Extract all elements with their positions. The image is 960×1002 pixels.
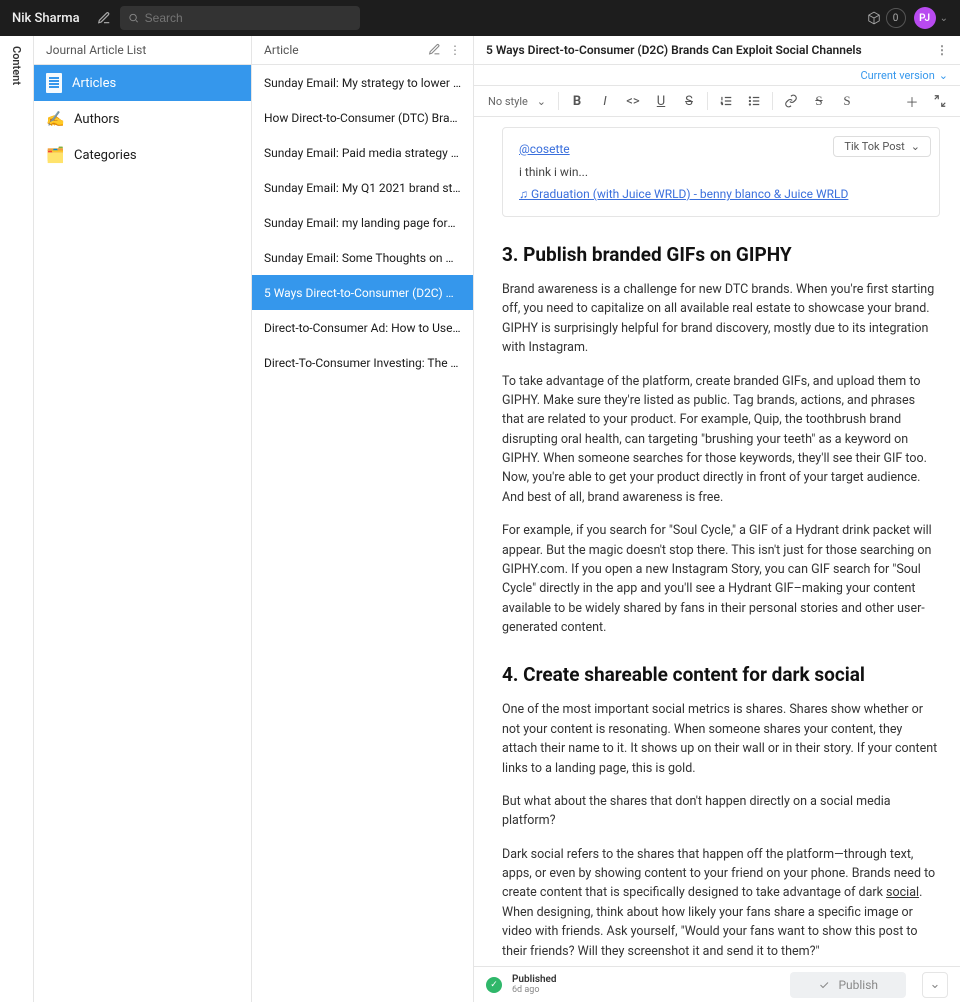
- style-select[interactable]: No style ⌄: [482, 90, 552, 112]
- article-list-title: 5 Ways Direct-to-Consumer (D2C) Bran…: [264, 286, 461, 300]
- tiktok-caption: i think i win...: [519, 165, 923, 179]
- tiktok-song-link[interactable]: ♫ Graduation (with Juice WRLD) - benny b…: [519, 187, 848, 201]
- sidebar-item-label: Articles: [72, 76, 116, 91]
- notification-badge[interactable]: 0: [886, 8, 906, 28]
- chevron-down-icon: ⌄: [911, 140, 920, 153]
- paragraph: For example, if you search for "Soul Cyc…: [502, 521, 940, 637]
- ordered-list-button[interactable]: [714, 89, 738, 113]
- sidebar-item-articles[interactable]: Articles: [34, 65, 251, 101]
- paragraph: To take advantage of the platform, creat…: [502, 372, 940, 508]
- sidebar-header: Journal Article List: [34, 36, 251, 65]
- code-button[interactable]: <>: [621, 89, 645, 113]
- article-list-row[interactable]: Sunday Email: My Q1 2021 brand strateg…: [252, 170, 473, 205]
- article-list-title: Direct-to-Consumer Ad: How to Use the …: [264, 321, 461, 335]
- tiktok-embed: Tik Tok Post⌄ @cosette i think i win... …: [502, 127, 940, 217]
- italic-button[interactable]: I: [593, 89, 617, 113]
- format-button[interactable]: S: [835, 89, 859, 113]
- article-list-header-label: Article: [264, 43, 299, 57]
- version-selector[interactable]: Current version ⌄: [474, 65, 960, 85]
- status-time: 6d ago: [512, 985, 557, 995]
- status-icon: ✓: [486, 977, 502, 993]
- sidebar-item-label: Authors: [74, 112, 120, 127]
- paragraph: One of the most important social metrics…: [502, 700, 940, 778]
- article-list-title: Sunday Email: My strategy to lower CAC …: [264, 76, 461, 90]
- article-list-title: Sunday Email: My Q1 2021 brand strateg…: [264, 181, 461, 195]
- article-more-icon[interactable]: ⋮: [936, 43, 948, 57]
- avatar[interactable]: PJ: [914, 7, 936, 29]
- sidebar-nav: Journal Article List Articles ✍️ Authors 🗂️…: [34, 36, 252, 1002]
- bold-button[interactable]: B: [565, 89, 589, 113]
- publish-options-button[interactable]: ⌄: [922, 972, 948, 998]
- chevron-down-icon: ⌄: [537, 95, 546, 108]
- underline-button[interactable]: U: [649, 89, 673, 113]
- article-list-row[interactable]: Sunday Email: Paid media strategy + I'll…: [252, 135, 473, 170]
- sidebar-item-authors[interactable]: ✍️ Authors: [34, 101, 251, 137]
- add-block-button[interactable]: ＋: [900, 89, 924, 113]
- article-list-row[interactable]: Direct-to-Consumer Ad: How to Use the …: [252, 310, 473, 345]
- article-title: 5 Ways Direct-to-Consumer (D2C) Brands C…: [486, 43, 862, 57]
- document-icon: [46, 73, 62, 93]
- sidebar-item-label: Categories: [74, 148, 137, 163]
- article-list-row[interactable]: Sunday Email: my landing page formula (…: [252, 205, 473, 240]
- clear-format-button[interactable]: S: [807, 89, 831, 113]
- unordered-list-button[interactable]: [742, 89, 766, 113]
- section-heading: 3. Publish branded GIFs on GIPHY: [502, 243, 940, 266]
- section-heading: 4. Create shareable content for dark soc…: [502, 663, 940, 686]
- emoji-icon: 🗂️: [46, 146, 64, 164]
- search-icon: [128, 12, 139, 24]
- article-list-title: Sunday Email: Paid media strategy + I'll…: [264, 146, 461, 160]
- article-list-row[interactable]: Sunday Email: My strategy to lower CAC …: [252, 65, 473, 100]
- inline-link[interactable]: social: [886, 885, 919, 900]
- article-list-title: How Direct-to-Consumer (DTC) Brands …: [264, 111, 461, 125]
- article-list-row[interactable]: Sunday Email: Some Thoughts on Black …: [252, 240, 473, 275]
- avatar-chevron-icon[interactable]: ⌄: [940, 13, 948, 24]
- paragraph: But what about the shares that don't hap…: [502, 792, 940, 831]
- article-body[interactable]: Tik Tok Post⌄ @cosette i think i win... …: [474, 117, 960, 1002]
- status-text: Published: [512, 974, 557, 985]
- article-title-bar: 5 Ways Direct-to-Consumer (D2C) Brands C…: [474, 36, 960, 65]
- sidebar-item-categories[interactable]: 🗂️ Categories: [34, 137, 251, 173]
- paragraph: Dark social refers to the shares that ha…: [502, 845, 940, 961]
- collapse-icon[interactable]: [928, 89, 952, 113]
- chevron-down-icon: ⌄: [939, 69, 948, 82]
- topbar: Nik Sharma 0 PJ ⌄: [0, 0, 960, 36]
- article-list-title: Sunday Email: Some Thoughts on Black …: [264, 251, 461, 265]
- tiktok-handle-link[interactable]: @cosette: [519, 142, 570, 156]
- compose-icon[interactable]: [92, 6, 116, 30]
- publish-footer: ✓ Published 6d ago Publish ⌄: [474, 966, 960, 1002]
- cube-icon[interactable]: [862, 6, 886, 30]
- article-list-row[interactable]: How Direct-to-Consumer (DTC) Brands …: [252, 100, 473, 135]
- embed-type-select[interactable]: Tik Tok Post⌄: [833, 136, 931, 157]
- search-box[interactable]: [120, 6, 360, 30]
- edit-icon[interactable]: [428, 43, 441, 57]
- article-list-header: Article ⋮: [252, 36, 473, 65]
- more-icon[interactable]: ⋮: [449, 43, 461, 57]
- link-button[interactable]: [779, 89, 803, 113]
- emoji-icon: ✍️: [46, 110, 64, 128]
- workspace-title: Nik Sharma: [12, 11, 80, 26]
- search-input[interactable]: [145, 11, 352, 25]
- article-list-title: Direct-To-Consumer Investing: The Thre…: [264, 356, 461, 370]
- article-list-row[interactable]: 5 Ways Direct-to-Consumer (D2C) Bran…: [252, 275, 473, 310]
- article-list-panel: Article ⋮ Sunday Email: My strategy to l…: [252, 36, 474, 1002]
- editor-toolbar: No style ⌄ B I <> U S S S ＋: [474, 85, 960, 117]
- strike-button[interactable]: S: [677, 89, 701, 113]
- article-list-title: Sunday Email: my landing page formula (…: [264, 216, 461, 230]
- publish-icon: [818, 979, 830, 991]
- publish-button[interactable]: Publish: [790, 972, 906, 998]
- paragraph: Brand awareness is a challenge for new D…: [502, 280, 940, 358]
- content-rail-label[interactable]: Content: [10, 40, 23, 85]
- version-label: Current version: [860, 69, 934, 82]
- article-list-row[interactable]: Direct-To-Consumer Investing: The Thre…: [252, 345, 473, 380]
- article-detail-panel: 5 Ways Direct-to-Consumer (D2C) Brands C…: [474, 36, 960, 1002]
